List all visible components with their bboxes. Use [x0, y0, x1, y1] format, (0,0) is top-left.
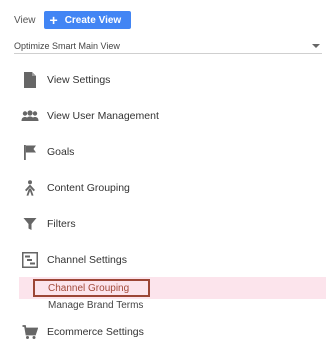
create-view-label: Create View [64, 14, 122, 26]
nav-item-view-settings[interactable]: View Settings [0, 69, 326, 91]
plus-icon: + [49, 12, 58, 28]
nav-label-view-settings: View Settings [47, 74, 111, 86]
sub-item-channel-grouping[interactable]: Channel Grouping [33, 279, 150, 297]
sub-item-channel-grouping-label: Channel Grouping [48, 282, 130, 294]
nav-item-channel-settings[interactable]: Channel Settings [0, 249, 326, 271]
nav-item-view-user-management[interactable]: View User Management [0, 105, 326, 127]
person-walking-icon [21, 179, 39, 197]
document-icon [21, 71, 39, 89]
chevron-down-icon [312, 43, 320, 48]
filter-icon [21, 215, 39, 233]
view-label: View [14, 14, 36, 26]
sub-item-manage-brand-terms-label: Manage Brand Terms [48, 299, 144, 311]
nav-label-ecommerce-settings: Ecommerce Settings [47, 326, 144, 338]
nav-label-channel-settings: Channel Settings [47, 254, 127, 266]
nav-label-view-user-management: View User Management [47, 110, 159, 122]
nav-label-filters: Filters [47, 218, 76, 230]
view-selector[interactable]: Optimize Smart Main View [14, 38, 322, 54]
nav-label-goals: Goals [47, 146, 75, 158]
cart-icon [21, 323, 39, 341]
create-view-button[interactable]: + Create View [43, 11, 132, 29]
view-selector-value: Optimize Smart Main View [14, 40, 120, 51]
view-header: View + Create View [14, 11, 132, 29]
users-icon [21, 107, 39, 125]
channel-settings-icon [21, 251, 39, 269]
nav-item-goals[interactable]: Goals [0, 141, 326, 163]
nav-item-content-grouping[interactable]: Content Grouping [0, 177, 326, 199]
flag-icon [21, 143, 39, 161]
admin-view-panel: View + Create View Optimize Smart Main V… [0, 0, 326, 350]
nav-item-ecommerce-settings[interactable]: Ecommerce Settings [0, 321, 326, 343]
nav-item-filters[interactable]: Filters [0, 213, 326, 235]
sub-item-manage-brand-terms[interactable]: Manage Brand Terms [48, 298, 143, 312]
nav-label-content-grouping: Content Grouping [47, 182, 130, 194]
